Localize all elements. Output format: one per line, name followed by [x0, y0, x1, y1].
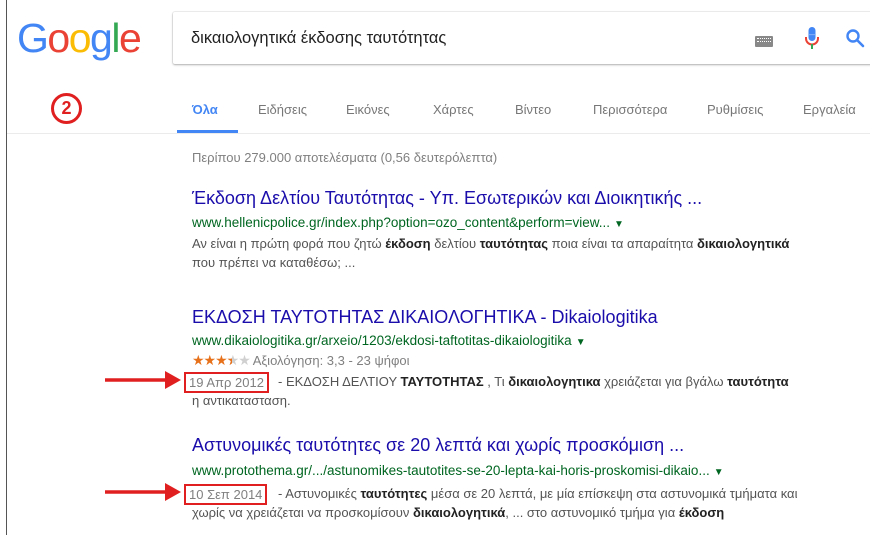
search-input[interactable]: δικαιολογητικά έκδοσης ταυτότητας [191, 29, 446, 48]
highlighted-date-2: 10 Σεπ 2014 [184, 484, 268, 505]
header-divider [7, 133, 870, 134]
highlighted-date-1: 19 Απρ 2012 [184, 372, 269, 393]
result-title-2[interactable]: ΕΚΔΟΣΗ ΤΑΥΤΟΤΗΤΑΣ ΔΙΚΑΙΟΛΟΓΗΤΙΚΑ - Dikai… [192, 307, 658, 328]
logo-letter: G [17, 15, 49, 61]
snippet-text: Αν είναι η πρώτη φορά που ζητώ [192, 236, 386, 251]
snippet-text: χρειάζεται για βγάλω [600, 374, 728, 389]
tab-videos[interactable]: Βίντεο [515, 102, 551, 117]
snippet-text: δελτίου [430, 236, 480, 251]
search-box[interactable]: δικαιολογητικά έκδοσης ταυτότητας [173, 12, 870, 64]
snippet-bold: έκδοση [385, 236, 431, 251]
snippet-bold: ΤΑΥΤΟΤΗΤΑΣ [400, 374, 484, 389]
red-arrow-icon [105, 483, 181, 501]
left-border [6, 0, 7, 535]
snippet-text: που πρέπει να καταθέσω; ... [192, 255, 356, 270]
snippet-bold: έκδοση [678, 505, 725, 520]
microphone-icon[interactable] [804, 26, 820, 52]
result-title-3[interactable]: Αστυνομικές ταυτότητες σε 20 λεπτά και χ… [192, 435, 684, 456]
tab-settings[interactable]: Ρυθμίσεις [707, 102, 763, 117]
tab-tools[interactable]: Εργαλεία [803, 102, 856, 117]
result-snippet-2: - ΕΚΔΟΣΗ ΔΕΛΤΙΟΥ ΤΑΥΤΟΤΗΤΑΣ , Τι δικαιολ… [278, 372, 789, 391]
step-number-badge: 2 [51, 93, 82, 124]
result-stats: Περίπου 279.000 αποτελέσματα (0,56 δευτε… [192, 150, 498, 165]
logo-letter: l [111, 15, 120, 61]
result-snippet-1: Αν είναι η πρώτη φορά που ζητώ έκδοση δε… [192, 234, 789, 272]
red-arrow-icon [105, 371, 181, 389]
keyboard-icon[interactable] [755, 36, 773, 47]
snippet-text: χωρίς να χρειάζεται να προσκομίσουν [192, 505, 413, 520]
result-url-1[interactable]: www.hellenicpolice.gr/index.php?option=o… [192, 215, 624, 230]
tab-all[interactable]: Όλα [192, 102, 218, 117]
snippet-text: ποια είναι τα απαραίτητα [548, 236, 698, 251]
snippet-bold: δικαιολογητικά [697, 236, 790, 251]
snippet-text: μέσα σε 20 λεπτά, με μία επίσκεψη στα ασ… [427, 486, 798, 501]
google-logo[interactable]: Google [17, 15, 142, 61]
snippet-bold: ταυτότητες [360, 486, 428, 501]
result-url-text: www.dikaiologitika.gr/arxeio/1203/ekdosi… [192, 333, 572, 348]
result-title-1[interactable]: Έκδοση Δελτίου Ταυτότητας - Υπ. Εσωτερικ… [192, 188, 702, 209]
tab-more[interactable]: Περισσότερα [593, 102, 667, 117]
caret-down-icon[interactable]: ▼ [714, 467, 724, 478]
logo-letter: o [47, 15, 70, 61]
tab-images[interactable]: Εικόνες [346, 102, 390, 117]
result-url-3[interactable]: www.protothema.gr/.../astunomikes-tautot… [192, 463, 724, 478]
caret-down-icon[interactable]: ▼ [614, 219, 624, 230]
result-url-2[interactable]: www.dikaiologitika.gr/arxeio/1203/ekdosi… [192, 333, 586, 348]
caret-down-icon[interactable]: ▼ [576, 337, 586, 348]
result-rating: ★★★★★★ Αξιολόγηση: 3,3 - 23 ψήφοι [192, 352, 410, 369]
logo-letter: e [118, 15, 142, 61]
result-snippet-3: - Αστυνομικές ταυτότητες μέσα σε 20 λεπτ… [278, 484, 797, 503]
tab-news[interactable]: Ειδήσεις [258, 102, 307, 117]
snippet-bold: ταυτότητα [727, 374, 789, 389]
snippet-bold: ταυτότητας [479, 236, 549, 251]
snippet-text: - Αστυνομικές [278, 486, 361, 501]
result-snippet-2-line2: η αντικατασταση. [192, 393, 291, 408]
snippet-text: - ΕΚΔΟΣΗ ΔΕΛΤΙΟΥ [278, 374, 401, 389]
snippet-text: , ... στο αστυνομικό τμήμα για [505, 505, 679, 520]
result-url-text: www.hellenicpolice.gr/index.php?option=o… [192, 215, 611, 230]
result-snippet-3-line2: χωρίς να χρειάζεται να προσκομίσουν δικα… [192, 503, 724, 522]
snippet-text: , Τι [483, 374, 509, 389]
rating-stars-icon: ★★★★★★ [192, 352, 251, 368]
search-icon[interactable] [845, 28, 865, 48]
snippet-bold: δικαιολογητικα [508, 374, 601, 389]
snippet-bold: δικαιολογητικά [413, 505, 506, 520]
logo-letter: o [68, 15, 92, 61]
tab-maps[interactable]: Χάρτες [433, 102, 474, 117]
rating-text: Αξιολόγηση: 3,3 - 23 ψήφοι [252, 353, 410, 368]
result-url-text: www.protothema.gr/.../astunomikes-tautot… [192, 463, 710, 478]
logo-letter: g [90, 15, 113, 61]
